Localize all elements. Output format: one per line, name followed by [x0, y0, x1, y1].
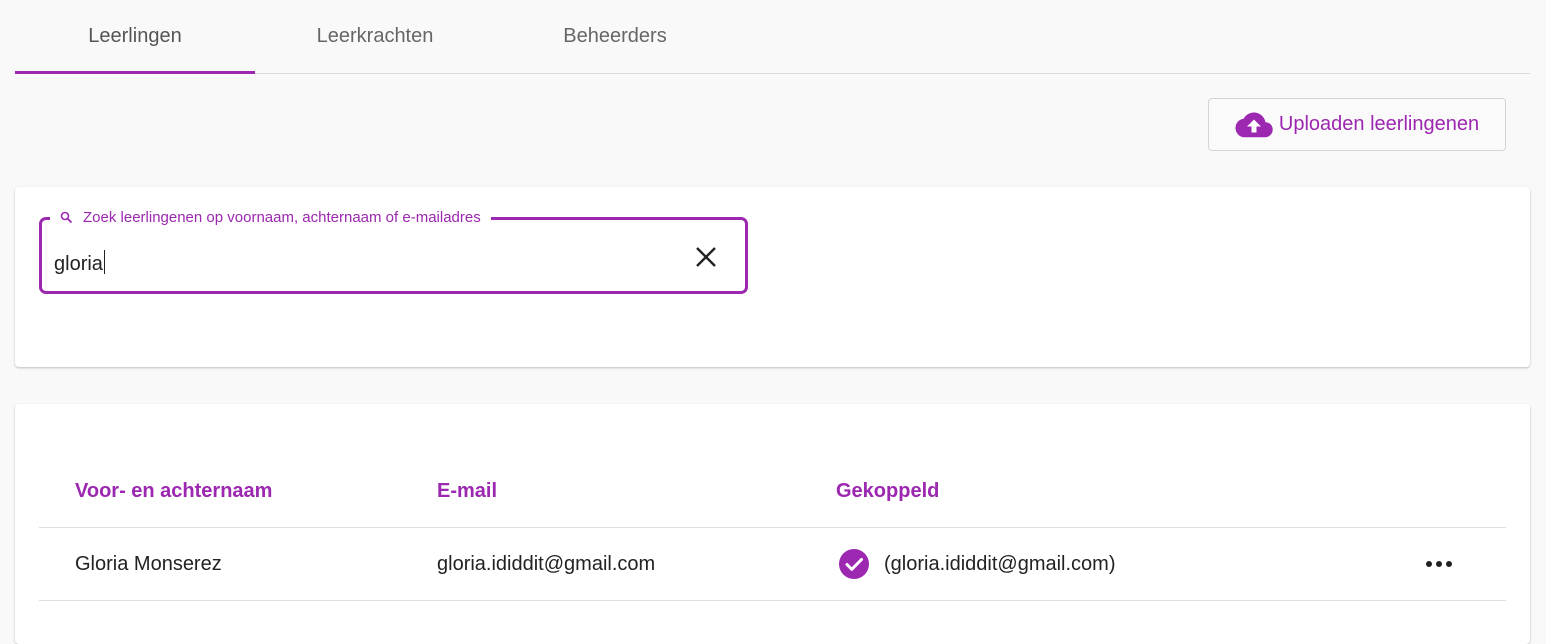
column-header-email[interactable]: E-mail — [437, 454, 497, 528]
students-table-card: Voor- en achternaam E-mail Gekoppeld Glo… — [15, 404, 1530, 644]
check-circle-icon — [839, 549, 869, 579]
upload-students-button[interactable]: Uploaden leerlingenen — [1208, 98, 1506, 151]
cell-name: Gloria Monserez — [75, 552, 222, 575]
clear-search-button[interactable] — [692, 243, 720, 271]
search-input[interactable]: Zoek leerlingenen op voornaam, achternaa… — [39, 209, 748, 294]
tab-label: Leerkrachten — [316, 25, 434, 47]
tab-leerlingen[interactable]: Leerlingen — [15, 0, 255, 74]
table-row[interactable]: Gloria Monserez gloria.ididdit@gmail.com… — [39, 528, 1506, 601]
tab-label: Leerlingen — [88, 25, 182, 47]
close-icon — [696, 247, 716, 267]
search-value-text: gloria — [54, 253, 103, 275]
search-label-text: Zoek leerlingenen op voornaam, achternaa… — [83, 209, 481, 226]
row-actions-button[interactable] — [1419, 550, 1459, 578]
table-header: Voor- en achternaam E-mail Gekoppeld — [39, 454, 1506, 528]
text-caret — [103, 250, 105, 274]
tab-bar: Leerlingen Leerkrachten Beheerders — [15, 0, 1530, 74]
search-field-label: Zoek leerlingenen op voornaam, achternaa… — [50, 209, 491, 226]
search-card: Zoek leerlingenen op voornaam, achternaa… — [15, 187, 1530, 367]
tab-beheerders[interactable]: Beheerders — [495, 0, 735, 73]
search-icon — [60, 211, 73, 224]
cell-email: gloria.ididdit@gmail.com — [437, 552, 656, 575]
search-input-value[interactable]: gloria — [54, 250, 105, 276]
column-header-name[interactable]: Voor- en achternaam — [75, 454, 272, 528]
column-header-linked[interactable]: Gekoppeld — [836, 454, 939, 528]
active-tab-indicator — [15, 71, 255, 74]
tab-label: Beheerders — [563, 25, 667, 47]
upload-button-label: Uploaden leerlingenen — [1278, 113, 1480, 135]
linked-account-text: (gloria.ididdit@gmail.com) — [884, 552, 1116, 575]
cloud-upload-icon — [1235, 112, 1273, 137]
tab-leerkrachten[interactable]: Leerkrachten — [255, 0, 495, 73]
more-horizontal-icon — [1426, 561, 1452, 567]
cell-linked: (gloria.ididdit@gmail.com) — [838, 528, 1115, 600]
